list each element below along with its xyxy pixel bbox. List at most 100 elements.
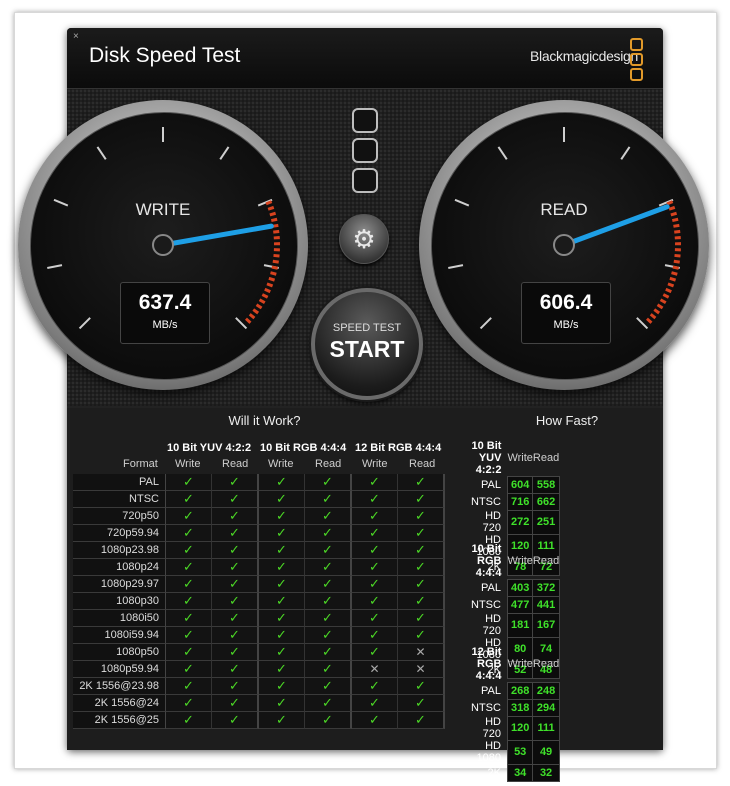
format-name: 1080p23.98 [73, 542, 166, 559]
table-row: NTSC 477 441 [471, 595, 560, 614]
check-icon: ✓ [212, 508, 259, 525]
gauge-needle [160, 223, 274, 248]
check-icon: ✓ [166, 593, 212, 610]
check-icon: ✓ [166, 610, 212, 627]
check-icon: ✓ [212, 661, 259, 678]
check-icon: ✓ [212, 678, 259, 695]
check-icon: ✓ [352, 712, 398, 729]
check-icon: ✓ [305, 542, 352, 559]
check-icon: ✓ [259, 491, 305, 508]
read-column-header: Read [222, 458, 249, 470]
write-gauge: WRITE 637.4 MB/s [18, 100, 308, 390]
check-icon: ✓ [259, 576, 305, 593]
check-icon: ✓ [259, 542, 305, 559]
how-fast-header-row: 10 Bit RGB 4:4:4 Write Read [471, 543, 559, 579]
check-icon: ✓ [166, 712, 212, 729]
format-name: NTSC [471, 495, 501, 508]
format-name: 1080p50 [73, 644, 166, 661]
check-icon: ✓ [259, 474, 305, 491]
check-icon: ✓ [398, 695, 445, 712]
check-icon: ✓ [352, 627, 398, 644]
brand-name: Blackmagicdesign [530, 48, 639, 64]
format-name: 1080p30 [73, 593, 166, 610]
read-fps-value: 441 [532, 595, 560, 614]
table-row: 720p59.94 ✓ ✓ ✓ ✓ ✓ ✓ [73, 525, 445, 542]
read-fps-value: 167 [532, 612, 560, 638]
read-fps-value: 294 [532, 698, 560, 717]
write-column-header: Write [507, 554, 533, 567]
gauge-tick [47, 264, 63, 270]
read-fps-value: 662 [532, 492, 560, 511]
check-icon: ✓ [259, 627, 305, 644]
format-name: 2K 1556@24 [73, 695, 166, 712]
page-indicator-2[interactable] [352, 138, 378, 163]
page-indicator-3[interactable] [352, 168, 378, 193]
check-icon: ✓ [212, 627, 259, 644]
gauge-hub [553, 234, 575, 256]
format-name: NTSC [73, 491, 166, 508]
check-icon: ✓ [305, 627, 352, 644]
check-icon: ✓ [398, 712, 445, 729]
check-icon: ✓ [259, 593, 305, 610]
write-column-header: Write [507, 451, 533, 464]
check-icon: ✓ [305, 610, 352, 627]
read-speed-unit: MB/s [553, 319, 579, 331]
start-button-label: START [329, 336, 405, 362]
table-row: 720p50 ✓ ✓ ✓ ✓ ✓ ✓ [73, 508, 445, 525]
table-row: HD 720 272 251 [471, 509, 560, 535]
format-name: 1080i59.94 [73, 627, 166, 644]
start-button[interactable]: SPEED TEST START [311, 288, 423, 400]
table-row: 1080i50 ✓ ✓ ✓ ✓ ✓ ✓ [73, 610, 445, 627]
write-fps-value: 181 [506, 612, 534, 638]
check-icon: ✓ [398, 593, 445, 610]
check-icon: ✓ [259, 712, 305, 729]
table-row: 2K 1556@25 ✓ ✓ ✓ ✓ ✓ ✓ [73, 712, 445, 729]
check-icon: ✓ [398, 678, 445, 695]
check-icon: ✓ [259, 644, 305, 661]
table-row: 1080p59.94 ✓ ✓ ✓ ✓ ✕ ✕ [73, 661, 445, 678]
gauge-tick [620, 146, 631, 160]
check-icon: ✓ [305, 576, 352, 593]
check-icon: ✓ [352, 695, 398, 712]
format-name: 1080i50 [73, 610, 166, 627]
table-row: HD 720 181 167 [471, 612, 560, 638]
gauge-tick [497, 146, 508, 160]
check-icon: ✓ [352, 593, 398, 610]
check-icon: ✓ [352, 610, 398, 627]
check-icon: ✓ [212, 576, 259, 593]
write-column-header: Write [362, 458, 388, 470]
check-icon: ✓ [398, 508, 445, 525]
check-icon: ✓ [305, 644, 352, 661]
how-fast-group-name: 10 Bit RGB 4:4:4 [471, 543, 502, 579]
close-icon[interactable]: × [73, 32, 83, 42]
how-fast-group-name: 12 Bit RGB 4:4:4 [471, 646, 502, 682]
table-row: NTSC 318 294 [471, 698, 560, 717]
table-row: 2K 34 32 [471, 763, 560, 782]
format-name: 1080p59.94 [73, 661, 166, 678]
how-fast-header-row: 10 Bit YUV 4:2:2 Write Read [471, 440, 559, 476]
read-gauge-dial [448, 127, 681, 330]
settings-button[interactable]: ⚙ [339, 214, 389, 264]
check-icon: ✓ [352, 525, 398, 542]
check-icon: ✓ [305, 491, 352, 508]
check-icon: ✓ [398, 525, 445, 542]
check-icon: ✓ [305, 559, 352, 576]
check-icon: ✓ [352, 644, 398, 661]
read-fps-value: 372 [532, 578, 560, 597]
read-column-header: Read [532, 554, 560, 567]
table-row: PAL 403 372 [471, 578, 560, 597]
page-indicator-1[interactable] [352, 108, 378, 133]
format-name: HD 720 [482, 716, 501, 740]
write-fps-value: 318 [506, 698, 534, 717]
check-icon: ✓ [259, 559, 305, 576]
table-row: PAL 604 558 [471, 475, 560, 494]
write-fps-value: 604 [506, 475, 534, 494]
check-icon: ✓ [398, 576, 445, 593]
table-row: NTSC ✓ ✓ ✓ ✓ ✓ ✓ [73, 491, 445, 508]
start-button-caption: SPEED TEST [332, 322, 402, 334]
table-row: 1080i59.94 ✓ ✓ ✓ ✓ ✓ ✓ [73, 627, 445, 644]
check-icon: ✓ [305, 525, 352, 542]
check-icon: ✓ [212, 610, 259, 627]
write-readout: 637.4 MB/s [120, 282, 210, 344]
format-name: 720p59.94 [73, 525, 166, 542]
